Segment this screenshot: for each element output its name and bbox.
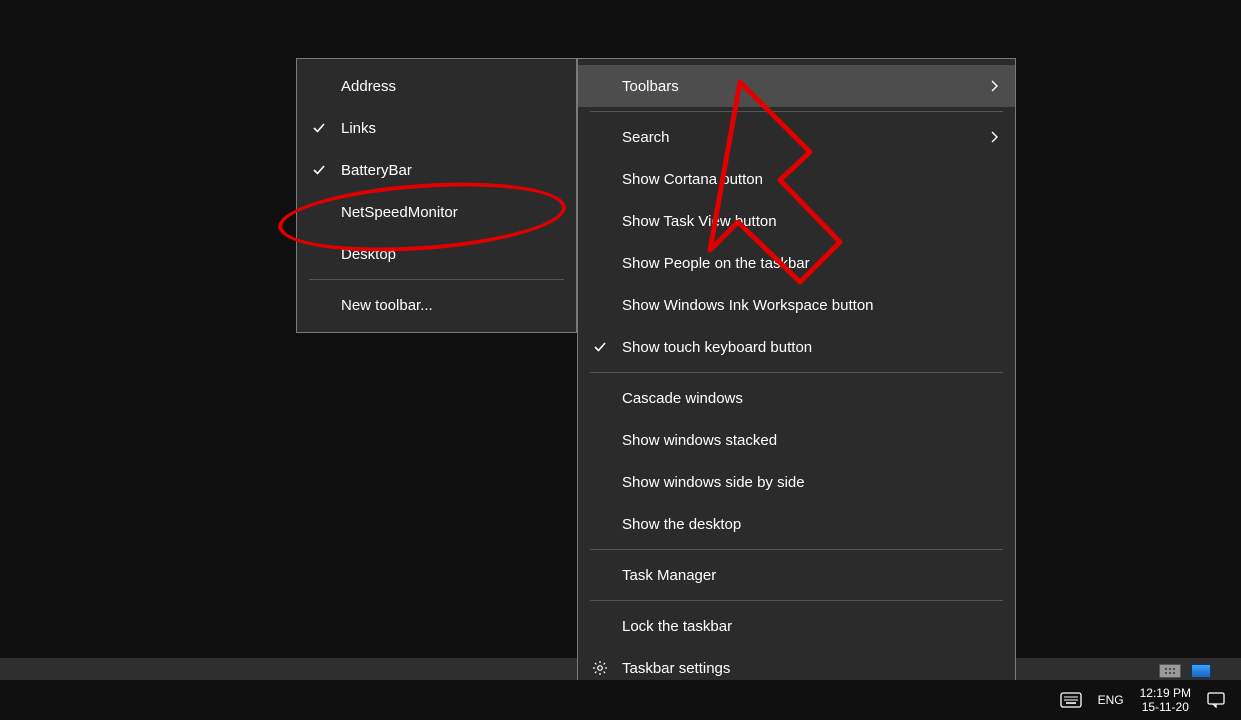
menu-label: Toolbars bbox=[622, 78, 679, 95]
menu-separator bbox=[590, 549, 1003, 550]
submenu-label: Address bbox=[341, 78, 396, 95]
submenu-label: Links bbox=[341, 120, 376, 137]
menu-label: Cascade windows bbox=[622, 390, 743, 407]
submenu-item-netspeedmonitor[interactable]: NetSpeedMonitor bbox=[297, 191, 576, 233]
menu-item-show-desktop[interactable]: Show the desktop bbox=[578, 503, 1015, 545]
menu-item-people[interactable]: Show People on the taskbar bbox=[578, 242, 1015, 284]
menu-item-cortana[interactable]: Show Cortana button bbox=[578, 158, 1015, 200]
menu-label: Show touch keyboard button bbox=[622, 339, 812, 356]
toolbars-submenu: Address Links BatteryBar NetSpeedMonitor… bbox=[296, 58, 577, 333]
menu-item-search[interactable]: Search bbox=[578, 116, 1015, 158]
menu-label: Lock the taskbar bbox=[622, 618, 732, 635]
clock[interactable]: 12:19 PM 15-11-20 bbox=[1132, 680, 1199, 720]
menu-label: Taskbar settings bbox=[622, 660, 730, 677]
language-indicator[interactable]: ENG bbox=[1090, 680, 1132, 720]
menu-item-task-manager[interactable]: Task Manager bbox=[578, 554, 1015, 596]
menu-label: Show People on the taskbar bbox=[622, 255, 810, 272]
language-label: ENG bbox=[1098, 693, 1124, 707]
menu-item-lock-taskbar[interactable]: Lock the taskbar bbox=[578, 605, 1015, 647]
menu-item-sidebyside[interactable]: Show windows side by side bbox=[578, 461, 1015, 503]
check-icon bbox=[592, 339, 608, 355]
submenu-label: Desktop bbox=[341, 246, 396, 263]
menu-item-cascade[interactable]: Cascade windows bbox=[578, 377, 1015, 419]
clock-date: 15-11-20 bbox=[1142, 700, 1189, 714]
submenu-item-new-toolbar[interactable]: New toolbar... bbox=[297, 284, 576, 326]
menu-item-ink[interactable]: Show Windows Ink Workspace button bbox=[578, 284, 1015, 326]
menu-separator bbox=[590, 600, 1003, 601]
chevron-right-icon bbox=[987, 79, 1001, 93]
submenu-label: BatteryBar bbox=[341, 162, 412, 179]
gear-icon bbox=[592, 660, 608, 676]
menu-label: Show Task View button bbox=[622, 213, 777, 230]
menu-label: Show windows stacked bbox=[622, 432, 777, 449]
menu-separator bbox=[590, 111, 1003, 112]
menu-item-toolbars[interactable]: Toolbars bbox=[578, 65, 1015, 107]
submenu-item-links[interactable]: Links bbox=[297, 107, 576, 149]
submenu-item-batterybar[interactable]: BatteryBar bbox=[297, 149, 576, 191]
menu-separator bbox=[309, 279, 564, 280]
menu-label: Show windows side by side bbox=[622, 474, 805, 491]
clock-time: 12:19 PM bbox=[1140, 686, 1191, 700]
desktop-thumbnail-icon[interactable] bbox=[1191, 664, 1211, 678]
menu-label: Task Manager bbox=[622, 567, 716, 584]
check-icon bbox=[311, 120, 327, 136]
action-center-icon[interactable] bbox=[1199, 680, 1233, 720]
submenu-label: New toolbar... bbox=[341, 297, 433, 314]
toolbar-grip-icon[interactable] bbox=[1159, 664, 1181, 678]
menu-label: Show Windows Ink Workspace button bbox=[622, 297, 874, 314]
check-icon bbox=[311, 162, 327, 178]
chevron-right-icon bbox=[987, 130, 1001, 144]
submenu-item-address[interactable]: Address bbox=[297, 65, 576, 107]
submenu-label: NetSpeedMonitor bbox=[341, 204, 458, 221]
menu-item-touch-keyboard[interactable]: Show touch keyboard button bbox=[578, 326, 1015, 368]
submenu-item-desktop[interactable]: Desktop bbox=[297, 233, 576, 275]
taskbar-context-menu: Toolbars Search Show Cortana button Show… bbox=[577, 58, 1016, 696]
menu-label: Search bbox=[622, 129, 670, 146]
menu-label: Show the desktop bbox=[622, 516, 741, 533]
touch-keyboard-tray-icon[interactable] bbox=[1052, 680, 1090, 720]
menu-separator bbox=[590, 372, 1003, 373]
menu-item-taskview[interactable]: Show Task View button bbox=[578, 200, 1015, 242]
menu-label: Show Cortana button bbox=[622, 171, 763, 188]
menu-item-stacked[interactable]: Show windows stacked bbox=[578, 419, 1015, 461]
taskbar[interactable]: ENG 12:19 PM 15-11-20 bbox=[0, 680, 1241, 720]
